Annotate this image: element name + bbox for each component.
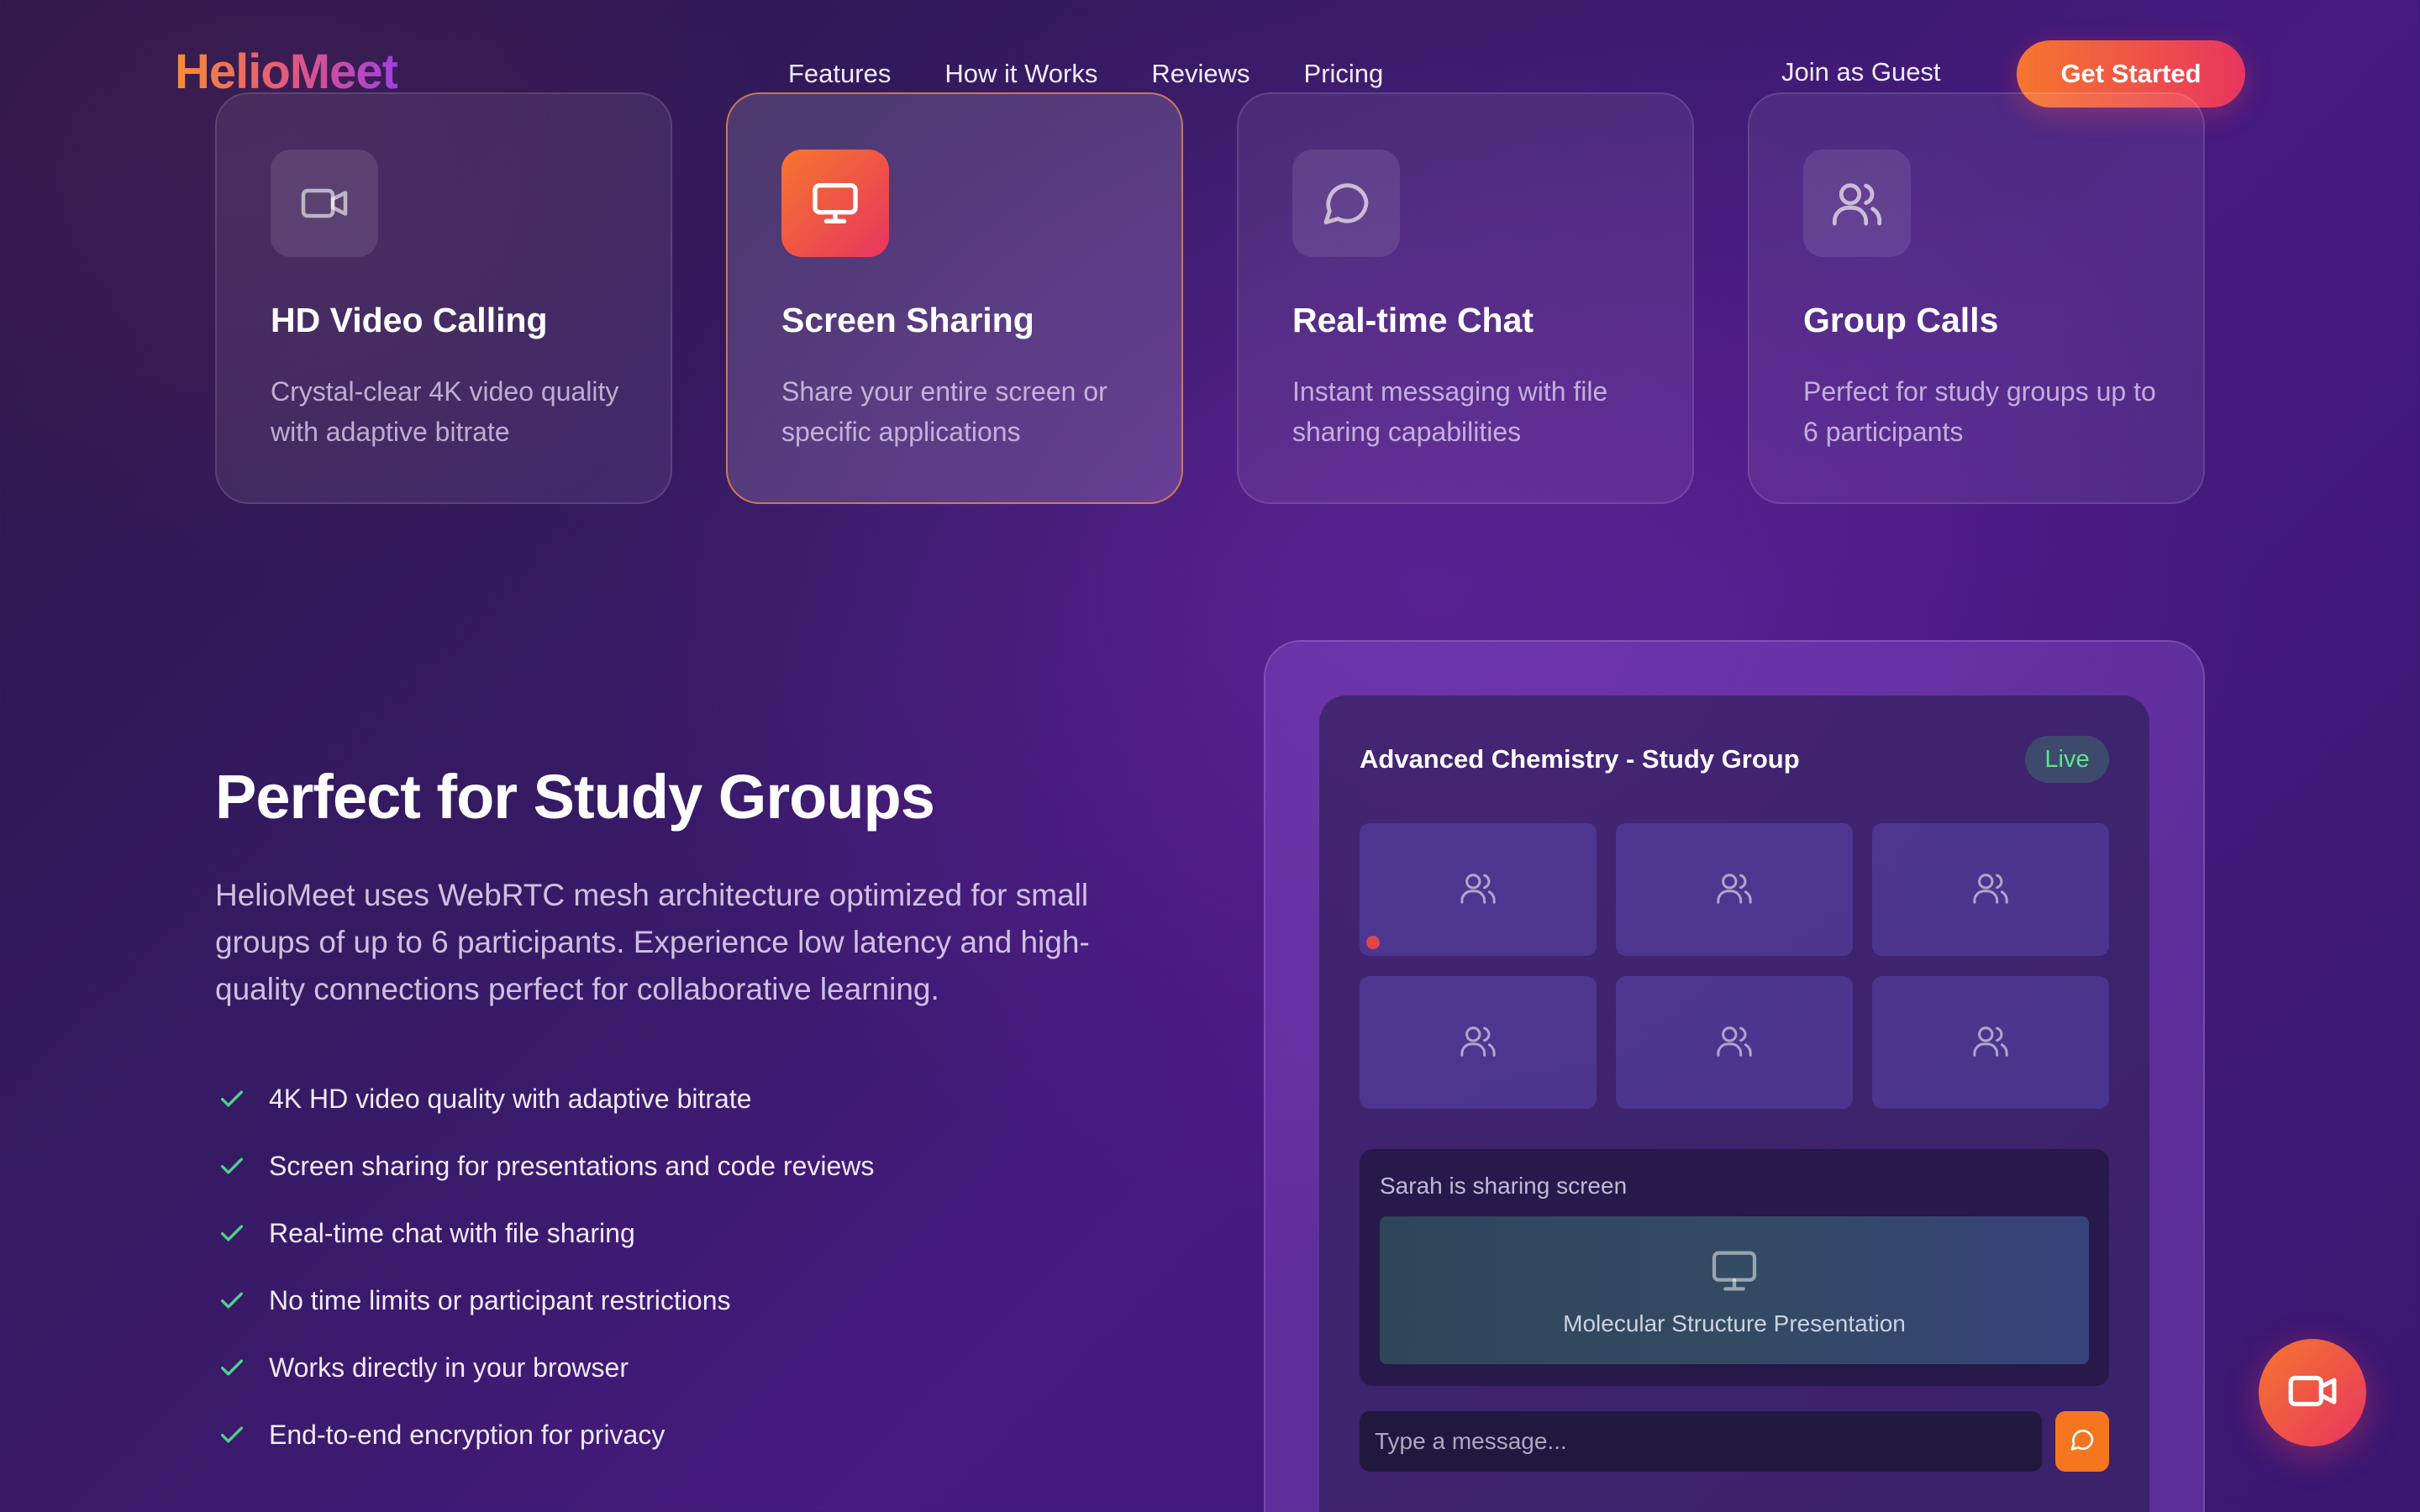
users-icon: [1803, 150, 1911, 257]
nav-link-reviews[interactable]: Reviews: [1151, 59, 1249, 89]
feature-card-screen-sharing[interactable]: Screen Sharing Share your entire screen …: [726, 92, 1183, 504]
participant-tile[interactable]: [1360, 976, 1597, 1109]
checklist-text: 4K HD video quality with adaptive bitrat…: [269, 1083, 752, 1114]
check-icon: [215, 1284, 249, 1317]
feature-card-realtime-chat[interactable]: Real-time Chat Instant messaging with fi…: [1237, 92, 1694, 504]
nav-link-pricing[interactable]: Pricing: [1304, 59, 1384, 89]
checklist-text: No time limits or participant restrictio…: [269, 1284, 731, 1315]
feature-title: HD Video Calling: [271, 301, 548, 339]
check-icon: [215, 1418, 249, 1452]
check-icon: [215, 1351, 249, 1384]
participant-avatar-icon: [1459, 1021, 1497, 1064]
feature-card-hd-video[interactable]: HD Video Calling Crystal-clear 4K video …: [215, 92, 672, 504]
participant-avatar-icon: [1459, 869, 1497, 911]
video-camera-icon: [2286, 1365, 2338, 1421]
room-title: Advanced Chemistry - Study Group: [1360, 744, 1800, 774]
checklist-text: End-to-end encryption for privacy: [269, 1419, 666, 1450]
checklist-item: Works directly in your browser: [215, 1334, 874, 1401]
participant-avatar-icon: [1971, 869, 2010, 911]
speaking-indicator-dot: [1366, 936, 1380, 949]
participant-tile[interactable]: [1616, 976, 1853, 1109]
checklist-item: No time limits or participant restrictio…: [215, 1267, 874, 1334]
participant-avatar-icon: [1715, 1021, 1754, 1064]
nav-link-how-it-works[interactable]: How it Works: [944, 59, 1097, 89]
start-call-fab[interactable]: [2259, 1339, 2366, 1446]
feature-title: Screen Sharing: [781, 301, 1034, 339]
feature-description: Perfect for study groups up to 6 partici…: [1803, 376, 2156, 447]
checklist-text: Works directly in your browser: [269, 1352, 629, 1383]
chat-bubble-icon: [2069, 1426, 2096, 1457]
checklist-item: End-to-end encryption for privacy: [215, 1401, 874, 1468]
checklist-item: 4K HD video quality with adaptive bitrat…: [215, 1065, 874, 1132]
feature-description: Instant messaging with file sharing capa…: [1292, 376, 1608, 447]
feature-title: Group Calls: [1803, 301, 1999, 339]
participant-tile[interactable]: [1616, 823, 1853, 956]
live-status-badge: Live: [2025, 736, 2109, 783]
feature-checklist: 4K HD video quality with adaptive bitrat…: [215, 1065, 874, 1468]
check-icon: [215, 1082, 249, 1116]
checklist-item: Real-time chat with file sharing: [215, 1200, 874, 1267]
shared-screen-preview[interactable]: Molecular Structure Presentation: [1380, 1216, 2089, 1364]
checklist-text: Real-time chat with file sharing: [269, 1217, 635, 1248]
chat-message-input[interactable]: [1360, 1411, 2042, 1472]
feature-description: Crystal-clear 4K video quality with adap…: [271, 376, 619, 447]
send-message-button[interactable]: [2055, 1411, 2109, 1472]
nav-link-features[interactable]: Features: [788, 59, 891, 89]
screen-share-panel: Sarah is sharing screen Molecular Struct…: [1360, 1149, 2109, 1386]
video-camera-icon: [271, 150, 378, 257]
participant-tile[interactable]: [1872, 823, 2109, 956]
check-icon: [215, 1216, 249, 1250]
participant-tile[interactable]: [1360, 823, 1597, 956]
feature-card-group-calls[interactable]: Group Calls Perfect for study groups up …: [1748, 92, 2205, 504]
participant-tile[interactable]: [1872, 976, 2109, 1109]
feature-title: Real-time Chat: [1292, 301, 1534, 339]
participant-avatar-icon: [1715, 869, 1754, 911]
share-status-label: Sarah is sharing screen: [1380, 1173, 1628, 1199]
section-title: Perfect for Study Groups: [215, 762, 935, 832]
logo[interactable]: HelioMeet: [175, 44, 398, 100]
participant-avatar-icon: [1971, 1021, 2010, 1064]
monitor-icon: [781, 150, 889, 257]
checklist-text: Screen sharing for presentations and cod…: [269, 1150, 875, 1181]
checklist-item: Screen sharing for presentations and cod…: [215, 1132, 874, 1200]
join-as-guest-button[interactable]: Join as Guest: [1781, 57, 1941, 87]
chat-bubble-icon: [1292, 150, 1400, 257]
check-icon: [215, 1149, 249, 1183]
feature-description: Share your entire screen or specific app…: [781, 376, 1107, 447]
nav-links: Features How it Works Reviews Pricing: [788, 59, 1383, 89]
section-description: HelioMeet uses WebRTC mesh architecture …: [215, 878, 1090, 1006]
shared-screen-caption: Molecular Structure Presentation: [1563, 1310, 1906, 1336]
monitor-icon: [1707, 1244, 1761, 1302]
